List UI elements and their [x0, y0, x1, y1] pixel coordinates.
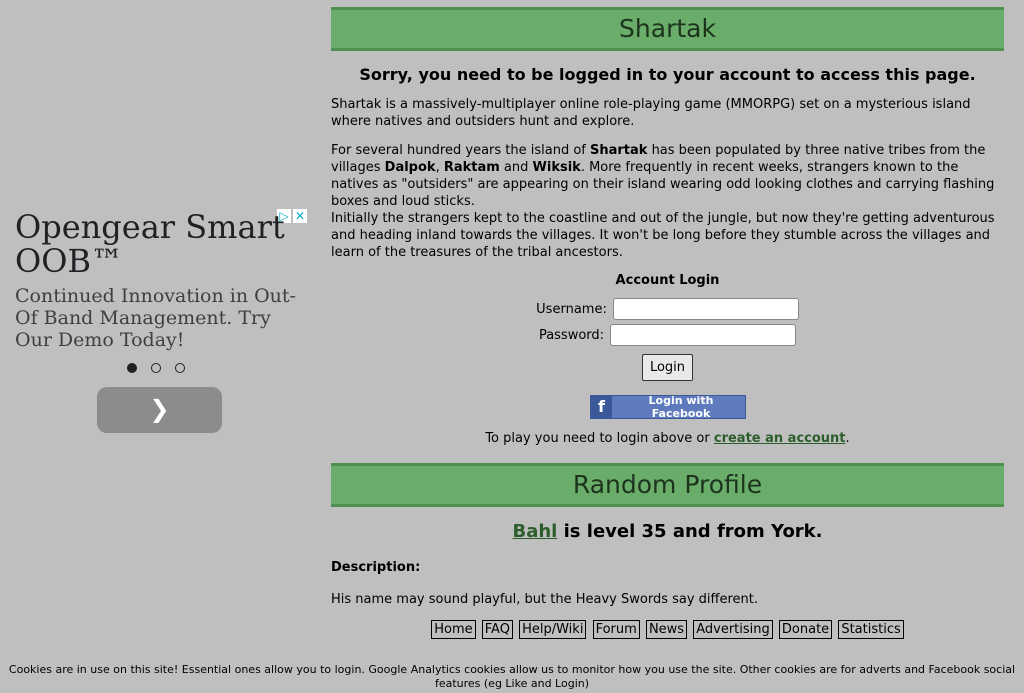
story-text-continued: Initially the strangers kept to the coas…	[331, 211, 995, 260]
nav-forum[interactable]: Forum	[592, 620, 640, 639]
description-label: Description:	[331, 560, 421, 575]
nav-faq[interactable]: FAQ	[481, 620, 513, 639]
cookie-notice: Cookies are in use on this site! Essenti…	[8, 663, 1016, 690]
signup-prompt: To play you need to login above or creat…	[485, 431, 850, 446]
chevron-right-icon: ❯	[149, 395, 170, 423]
nav-donate[interactable]: Donate	[778, 620, 833, 639]
nav-advertising[interactable]: Advertising	[693, 620, 773, 639]
password-input[interactable]	[610, 324, 797, 346]
main-content: Shartak Sorry, you need to be logged in …	[331, 7, 1004, 639]
create-account-link[interactable]: create an account	[714, 431, 846, 446]
username-label: Username:	[536, 301, 607, 317]
ad-title[interactable]: Opengear Smart OOB™	[15, 210, 285, 278]
random-profile-header: Random Profile	[331, 463, 1004, 507]
ad-carousel-dots	[127, 363, 185, 373]
ad-dot[interactable]	[127, 363, 137, 373]
nav-home[interactable]: Home	[431, 620, 476, 639]
footer-nav: Home FAQ Help/Wiki Forum News Advertisin…	[331, 620, 1004, 639]
ad-text[interactable]: Continued Innovation in Out-Of Band Mana…	[15, 285, 305, 351]
profile-name-link[interactable]: Bahl	[513, 521, 558, 542]
advertisement[interactable]: ▷ ✕ Opengear Smart OOB™ Continued Innovat…	[0, 0, 320, 693]
login-required-notice: Sorry, you need to be logged in to your …	[359, 65, 976, 84]
username-row: Username:	[331, 298, 1004, 320]
username-input[interactable]	[612, 298, 799, 320]
ad-dot[interactable]	[175, 363, 185, 373]
login-title: Account Login	[615, 273, 720, 288]
password-label: Password:	[538, 327, 605, 343]
nav-help-wiki[interactable]: Help/Wiki	[519, 620, 587, 639]
story-text: For several hundred years the island of …	[331, 143, 995, 209]
facebook-icon: f	[590, 396, 613, 418]
page-title: Shartak	[331, 7, 1004, 51]
login-button[interactable]: Login	[641, 354, 694, 381]
intro-text: Shartak is a massively-multiplayer onlin…	[331, 97, 971, 129]
ad-next-button[interactable]: ❯	[97, 387, 222, 433]
nav-news[interactable]: News	[645, 620, 688, 639]
profile-summary: Bahl is level 35 and from York.	[512, 521, 823, 542]
facebook-login-label: Login with Facebook	[648, 394, 714, 420]
profile-description: His name may sound playful, but the Heav…	[331, 592, 759, 607]
nav-statistics[interactable]: Statistics	[838, 620, 904, 639]
password-row: Password:	[331, 324, 1004, 346]
ad-dot[interactable]	[151, 363, 161, 373]
login-actions: Login f Login with Facebook	[331, 354, 1004, 420]
facebook-login-button[interactable]: f Login with Facebook	[589, 394, 746, 420]
